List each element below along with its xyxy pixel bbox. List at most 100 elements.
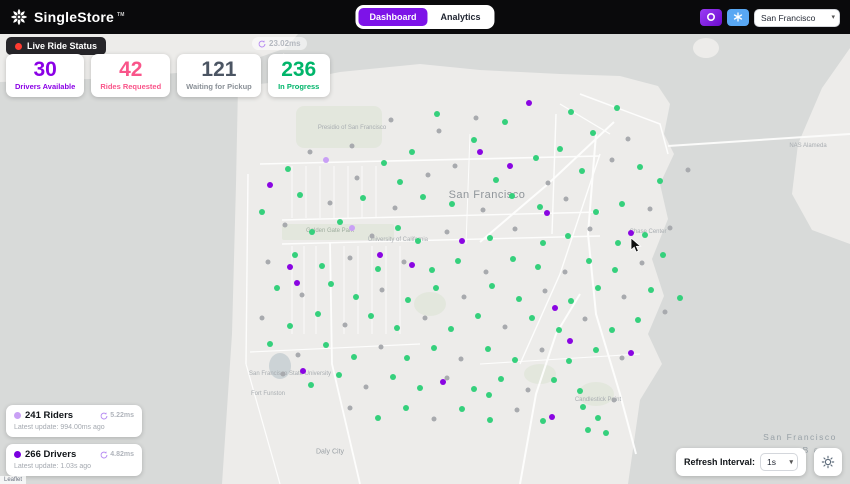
- map-marker[interactable]: [375, 415, 381, 421]
- map-marker[interactable]: [557, 146, 563, 152]
- map-marker[interactable]: [595, 415, 601, 421]
- map-marker[interactable]: [549, 414, 555, 420]
- city-select[interactable]: San Francisco: [754, 8, 840, 27]
- map-marker[interactable]: [294, 280, 300, 286]
- map-marker[interactable]: [611, 397, 617, 403]
- map-marker[interactable]: [580, 404, 586, 410]
- map-marker[interactable]: [625, 136, 631, 142]
- map-marker[interactable]: [579, 168, 585, 174]
- map-marker[interactable]: [459, 406, 465, 412]
- map-marker[interactable]: [545, 180, 551, 186]
- map-marker[interactable]: [395, 225, 401, 231]
- map-marker[interactable]: [397, 179, 403, 185]
- map-marker[interactable]: [388, 117, 394, 123]
- map-marker[interactable]: [280, 371, 286, 377]
- map-marker[interactable]: [539, 347, 545, 353]
- brightness-toggle-button[interactable]: [814, 448, 842, 476]
- map-marker[interactable]: [378, 344, 384, 350]
- map-marker[interactable]: [403, 405, 409, 411]
- tab-dashboard[interactable]: Dashboard: [358, 8, 428, 26]
- map-marker[interactable]: [323, 342, 329, 348]
- map-marker[interactable]: [526, 100, 532, 106]
- map-marker[interactable]: [297, 192, 303, 198]
- map-marker[interactable]: [336, 372, 342, 378]
- map-marker[interactable]: [309, 229, 315, 235]
- map-marker[interactable]: [459, 238, 465, 244]
- map-marker[interactable]: [593, 209, 599, 215]
- map-marker[interactable]: [415, 238, 421, 244]
- map-marker[interactable]: [487, 235, 493, 241]
- map-marker[interactable]: [657, 178, 663, 184]
- map-marker[interactable]: [566, 358, 572, 364]
- map-marker[interactable]: [568, 298, 574, 304]
- theme-mode-button[interactable]: [700, 8, 722, 26]
- map-marker[interactable]: [471, 386, 477, 392]
- map-marker[interactable]: [647, 206, 653, 212]
- map-marker[interactable]: [420, 194, 426, 200]
- map-marker[interactable]: [660, 252, 666, 258]
- map-marker[interactable]: [394, 325, 400, 331]
- map-marker[interactable]: [267, 341, 273, 347]
- map-marker[interactable]: [614, 105, 620, 111]
- map-marker[interactable]: [379, 287, 385, 293]
- map-marker[interactable]: [568, 109, 574, 115]
- map-marker[interactable]: [563, 196, 569, 202]
- map-marker[interactable]: [369, 233, 375, 239]
- map-marker[interactable]: [448, 326, 454, 332]
- map-marker[interactable]: [347, 255, 353, 261]
- map-marker[interactable]: [535, 264, 541, 270]
- map-marker[interactable]: [351, 354, 357, 360]
- map-marker[interactable]: [565, 233, 571, 239]
- map-marker[interactable]: [349, 225, 355, 231]
- map-marker[interactable]: [390, 374, 396, 380]
- map-marker[interactable]: [593, 347, 599, 353]
- map-attribution[interactable]: Leaflet: [0, 476, 27, 484]
- map-marker[interactable]: [540, 418, 546, 424]
- map-marker[interactable]: [417, 385, 423, 391]
- map-marker[interactable]: [551, 377, 557, 383]
- map-marker[interactable]: [529, 315, 535, 321]
- map-marker[interactable]: [577, 388, 583, 394]
- map-marker[interactable]: [259, 315, 265, 321]
- map-marker[interactable]: [562, 269, 568, 275]
- map-marker[interactable]: [433, 285, 439, 291]
- map-marker[interactable]: [502, 324, 508, 330]
- map-marker[interactable]: [621, 294, 627, 300]
- map-marker[interactable]: [444, 229, 450, 235]
- map-marker[interactable]: [315, 311, 321, 317]
- map-marker[interactable]: [299, 292, 305, 298]
- map-marker[interactable]: [287, 323, 293, 329]
- map-marker[interactable]: [381, 160, 387, 166]
- map-marker[interactable]: [493, 177, 499, 183]
- map-marker[interactable]: [354, 175, 360, 181]
- map-marker[interactable]: [431, 345, 437, 351]
- map-marker[interactable]: [498, 376, 504, 382]
- map-marker[interactable]: [585, 427, 591, 433]
- map-marker[interactable]: [586, 258, 592, 264]
- map-marker[interactable]: [480, 207, 486, 213]
- map-marker[interactable]: [509, 193, 515, 199]
- map-marker[interactable]: [619, 201, 625, 207]
- map-marker[interactable]: [404, 355, 410, 361]
- snowflake-button[interactable]: [727, 8, 749, 26]
- map-marker[interactable]: [662, 309, 668, 315]
- map-marker[interactable]: [349, 143, 355, 149]
- map-marker[interactable]: [328, 281, 334, 287]
- map-marker[interactable]: [292, 252, 298, 258]
- map-marker[interactable]: [347, 405, 353, 411]
- map-marker[interactable]: [422, 315, 428, 321]
- map-marker[interactable]: [477, 149, 483, 155]
- map-marker[interactable]: [259, 209, 265, 215]
- map-marker[interactable]: [319, 263, 325, 269]
- map-marker[interactable]: [542, 288, 548, 294]
- map-marker[interactable]: [489, 283, 495, 289]
- map-marker[interactable]: [512, 226, 518, 232]
- map-marker[interactable]: [486, 392, 492, 398]
- map-marker[interactable]: [282, 222, 288, 228]
- map-marker[interactable]: [556, 327, 562, 333]
- map-marker[interactable]: [337, 219, 343, 225]
- map-marker[interactable]: [458, 356, 464, 362]
- map-marker[interactable]: [637, 164, 643, 170]
- map-marker[interactable]: [323, 157, 329, 163]
- map-marker[interactable]: [590, 130, 596, 136]
